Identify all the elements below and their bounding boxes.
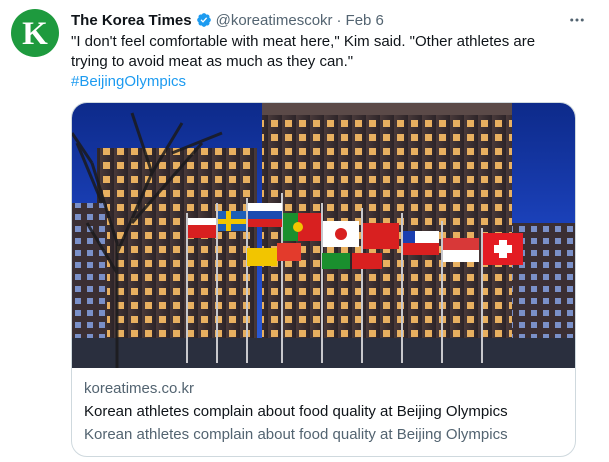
card-image (72, 103, 575, 368)
more-options-icon (570, 18, 584, 22)
tweet[interactable]: K The Korea Times @koreatimescokr · Feb … (0, 0, 609, 462)
tweet-body: "I don't feel comfortable with meat here… (71, 33, 536, 70)
link-card[interactable]: koreatimes.co.kr Korean athletes complai… (71, 102, 576, 457)
hashtag-link[interactable]: #BeijingOlympics (71, 73, 186, 90)
avatar[interactable]: K (11, 9, 59, 57)
handle[interactable]: @koreatimescokr (216, 12, 333, 29)
card-description: Korean athletes complain about food qual… (84, 426, 508, 443)
tweet-header: The Korea Times @koreatimescokr · Feb 6 (71, 10, 569, 30)
tweet-text: "I don't feel comfortable with meat here… (71, 32, 571, 92)
display-name[interactable]: The Korea Times (71, 12, 192, 29)
card-meta: koreatimes.co.kr Korean athletes complai… (84, 379, 563, 445)
tweet-date[interactable]: Feb 6 (346, 12, 384, 29)
verified-badge-icon (196, 13, 211, 27)
more-options-button[interactable] (565, 8, 589, 32)
avatar-logo-letter: K (22, 15, 48, 52)
card-domain: koreatimes.co.kr (84, 380, 195, 397)
separator-dot: · (336, 11, 342, 29)
card-title: Korean athletes complain about food qual… (84, 403, 508, 420)
